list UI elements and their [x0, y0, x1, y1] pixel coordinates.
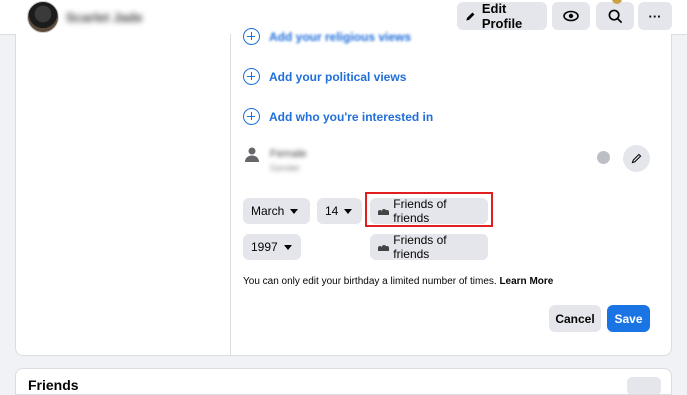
birth-year-select[interactable]: 1997	[243, 234, 301, 260]
avatar[interactable]	[27, 1, 59, 33]
annotation-highlight-box	[365, 192, 493, 227]
birth-day-value: 14	[325, 204, 339, 218]
add-religious-views-link[interactable]: Add your religious views	[243, 28, 411, 45]
search-icon	[608, 9, 622, 23]
add-religious-views-label: Add your religious views	[269, 29, 412, 44]
edit-profile-button[interactable]: Edit Profile	[457, 1, 547, 31]
pencil-icon	[631, 153, 642, 164]
birth-month-select[interactable]: March	[243, 198, 310, 224]
friends-section-card: Friends	[15, 368, 672, 395]
add-interested-in-label: Add who you're interested in	[269, 109, 434, 124]
cancel-button[interactable]: Cancel	[549, 305, 601, 332]
caret-down-icon	[283, 244, 292, 250]
friends-section-button[interactable]	[627, 377, 661, 394]
pencil-icon	[466, 11, 475, 21]
profile-name[interactable]: Scarlet Jade	[66, 10, 143, 25]
birthday-edit-note: You can only edit your birthday a limite…	[243, 276, 553, 287]
more-icon: ···	[648, 8, 662, 24]
birth-year-value: 1997	[251, 240, 278, 254]
birth-year-audience-button[interactable]: Friends of friends	[370, 233, 488, 261]
search-button[interactable]	[596, 2, 634, 30]
gender-info: Female Gender	[270, 147, 307, 175]
more-options-button[interactable]: ···	[638, 2, 672, 30]
view-as-button[interactable]	[552, 2, 590, 30]
edit-gender-button[interactable]	[623, 145, 650, 172]
edit-profile-label: Edit Profile	[481, 1, 523, 31]
globe-icon	[597, 151, 610, 164]
add-circle-icon	[243, 68, 260, 85]
column-divider	[230, 34, 231, 356]
save-button[interactable]: Save	[607, 305, 650, 332]
eye-icon	[563, 10, 579, 22]
learn-more-link[interactable]: Learn More	[499, 276, 553, 287]
caret-down-icon	[290, 208, 299, 214]
friends-section-title: Friends	[28, 377, 79, 393]
gender-sub-label: Gender	[270, 163, 301, 173]
person-icon	[245, 147, 259, 162]
friends-icon	[378, 243, 389, 251]
birthday-note-text: You can only edit your birthday a limite…	[243, 276, 497, 287]
birth-year-audience-label: Friends of friends	[393, 233, 447, 261]
gender-value: Female	[270, 148, 307, 160]
add-circle-icon	[243, 108, 260, 125]
add-circle-icon	[243, 28, 260, 45]
add-interested-in-link[interactable]: Add who you're interested in	[243, 108, 433, 125]
caret-down-icon	[344, 208, 353, 214]
birth-month-value: March	[251, 204, 285, 218]
birth-day-select[interactable]: 14	[317, 198, 362, 224]
add-political-views-link[interactable]: Add your political views	[243, 68, 406, 85]
add-political-views-label: Add your political views	[269, 69, 407, 84]
